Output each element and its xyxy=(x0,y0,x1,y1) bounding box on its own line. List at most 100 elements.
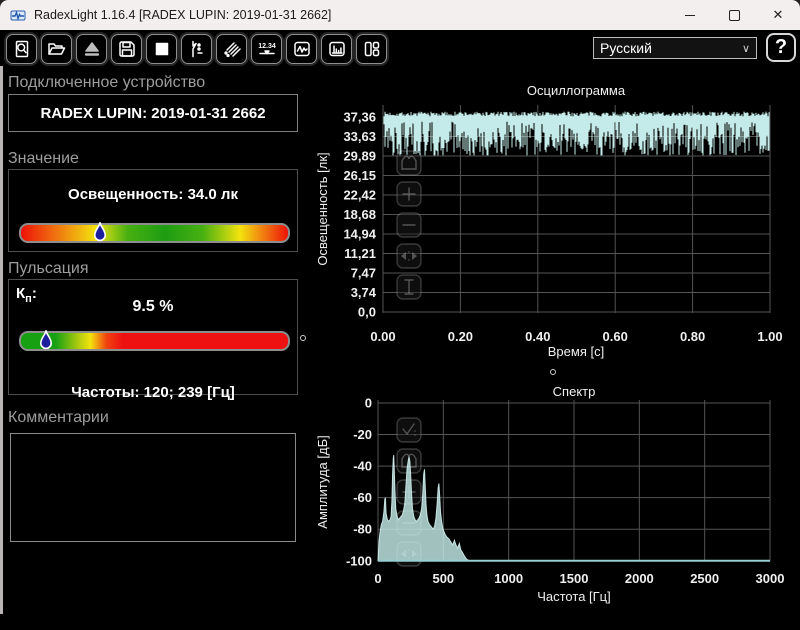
language-value: Русский xyxy=(600,40,652,56)
device-name-box: RADEX LUPIN: 2019-01-31 2662 xyxy=(8,94,298,132)
spec-ytick: -20 xyxy=(353,427,372,442)
preview-button[interactable] xyxy=(6,34,37,64)
device-section-header: Подключенное устройство xyxy=(8,74,206,91)
spectrum-icon xyxy=(328,41,345,57)
chart-fit-height-button[interactable] xyxy=(396,274,422,300)
save-icon xyxy=(118,41,135,57)
oscillogram-icon xyxy=(293,41,310,57)
osc-xtick: 0.60 xyxy=(603,329,628,344)
spec-ytick: -60 xyxy=(353,490,372,505)
eject-button[interactable] xyxy=(76,34,107,64)
drop-icon xyxy=(39,327,52,350)
preview-icon xyxy=(15,40,28,58)
osc-xtick: 0.80 xyxy=(680,329,705,344)
spec-xtick: 0 xyxy=(374,571,381,586)
stop-icon xyxy=(155,42,168,56)
pulsation-section-header: Пульсация xyxy=(8,260,89,277)
spec-ylabel: Амплитуда [дБ] xyxy=(315,435,330,528)
waveform-markers-icon xyxy=(191,40,203,58)
spec-xtick: 3000 xyxy=(756,571,785,586)
illuminance-marker xyxy=(94,219,107,243)
open-file-button[interactable] xyxy=(41,34,72,64)
oscillogram-waveform xyxy=(383,111,770,156)
spec-ytick: 0 xyxy=(365,396,372,411)
spectrum-view-button[interactable] xyxy=(321,34,352,64)
chart-envelope-button[interactable] xyxy=(396,150,422,176)
frequencies-text: Частоты: 120; 239 [Гц] xyxy=(71,384,235,401)
left-edge-strip xyxy=(0,66,3,614)
osc-xtick: 1.00 xyxy=(757,329,782,344)
spec-xtick: 500 xyxy=(432,571,454,586)
save-button[interactable] xyxy=(111,34,142,64)
osc-ytick: 18,68 xyxy=(343,207,376,222)
chevron-down-icon: ∨ xyxy=(741,42,750,55)
minimize-button[interactable] xyxy=(668,0,712,30)
language-select[interactable]: Русский ∨ xyxy=(593,37,757,59)
osc-ytick: 14,94 xyxy=(343,227,376,242)
osc-ytick: 29,89 xyxy=(343,148,376,163)
osc-ytick: 3,74 xyxy=(351,285,377,300)
pulsation-scale xyxy=(19,327,290,351)
drop-icon xyxy=(94,219,107,242)
digital-display-icon: 12.34 xyxy=(258,43,276,55)
kp-value: 9.5 % xyxy=(132,298,174,315)
chart-check-button[interactable] xyxy=(396,417,422,443)
oscillogram-chart: 0.00 0.20 0.40 0.60 0.80 1.00 0,0 3,74 7,47 11,21… xyxy=(315,83,783,359)
spec-xtick: 1000 xyxy=(494,571,523,586)
window-title: RadexLight 1.16.4 [RADEX LUPIN: 2019-01-… xyxy=(34,8,332,22)
app-icon xyxy=(10,10,26,21)
chart-zoom-in-button[interactable] xyxy=(396,181,422,207)
sweep-icon xyxy=(223,42,241,58)
minimize-icon xyxy=(685,14,695,16)
layout-icon xyxy=(364,41,379,57)
titlebar: RadexLight 1.16.4 [RADEX LUPIN: 2019-01-… xyxy=(0,0,800,30)
comments-section-header: Комментарии xyxy=(8,409,109,426)
osc-xtick: 0.20 xyxy=(448,329,473,344)
device-name: RADEX LUPIN: 2019-01-31 2662 xyxy=(40,104,266,122)
comments-input[interactable] xyxy=(10,433,296,542)
maximize-button[interactable] xyxy=(712,0,756,30)
osc-xlabel: Время [с] xyxy=(548,344,604,359)
osc-ytick: 26,15 xyxy=(343,168,376,183)
svg-text:12.34: 12.34 xyxy=(258,43,276,50)
close-button[interactable]: ✕ xyxy=(756,0,800,30)
osc-ytick: 37,36 xyxy=(343,109,376,124)
splitter-grip-left[interactable] xyxy=(300,335,306,341)
sweep-button[interactable] xyxy=(216,34,247,64)
main-content: Подключенное устройство RADEX LUPIN: 201… xyxy=(0,66,800,630)
spec-xtick: 1500 xyxy=(560,571,589,586)
pulsation-marker xyxy=(39,327,52,351)
toolbar: 12.34 Русский ∨ ? xyxy=(0,30,800,66)
spec-xtick: 2500 xyxy=(690,571,719,586)
digital-display-button[interactable]: 12.34 xyxy=(251,34,282,64)
osc-ytick: 7,47 xyxy=(351,266,376,281)
osc-ytick: 33,63 xyxy=(343,129,376,144)
spec-ytick: -100 xyxy=(346,553,372,568)
illuminance-scale xyxy=(19,219,290,243)
osc-xtick: 0.40 xyxy=(525,329,550,344)
app-window: RadexLight 1.16.4 [RADEX LUPIN: 2019-01-… xyxy=(0,0,800,630)
open-folder-icon xyxy=(48,43,66,55)
layout-button[interactable] xyxy=(356,34,387,64)
help-button[interactable]: ? xyxy=(766,33,796,62)
osc-title: Осциллограмма xyxy=(527,83,626,98)
spec-xtick: 2000 xyxy=(625,571,654,586)
pulsation-box: Кп: 9.5 % Частоты: 120; 239 [Гц] xyxy=(8,279,298,401)
spec-ytick: -80 xyxy=(353,522,372,537)
charts-area[interactable]: 0.00 0.20 0.40 0.60 0.80 1.00 0,0 3,74 7,47 11,21… xyxy=(310,66,800,630)
illuminance-reading: Освещенность: 34.0 лк xyxy=(68,186,238,203)
record-settings-button[interactable] xyxy=(181,34,212,64)
stop-button[interactable] xyxy=(146,34,177,64)
chart-fit-width-button[interactable] xyxy=(396,243,422,269)
spectrum-chart: 0 500 1000 1500 2000 2500 3000 0 -20 -40 -60 -80 -10… xyxy=(315,384,784,604)
spec-ytick: -40 xyxy=(353,459,372,474)
osc-ytick: 0,0 xyxy=(358,305,376,320)
chart-zoom-out-button[interactable] xyxy=(396,212,422,238)
osc-xtick: 0.00 xyxy=(370,329,395,344)
spec-title: Спектр xyxy=(553,384,596,399)
value-box: Освещенность: 34.0 лк xyxy=(8,169,298,252)
osc-ytick: 22,42 xyxy=(343,187,376,202)
oscillogram-view-button[interactable] xyxy=(286,34,317,64)
osc-ylabel: Освещенность [лк] xyxy=(315,152,330,265)
maximize-icon xyxy=(728,9,740,21)
